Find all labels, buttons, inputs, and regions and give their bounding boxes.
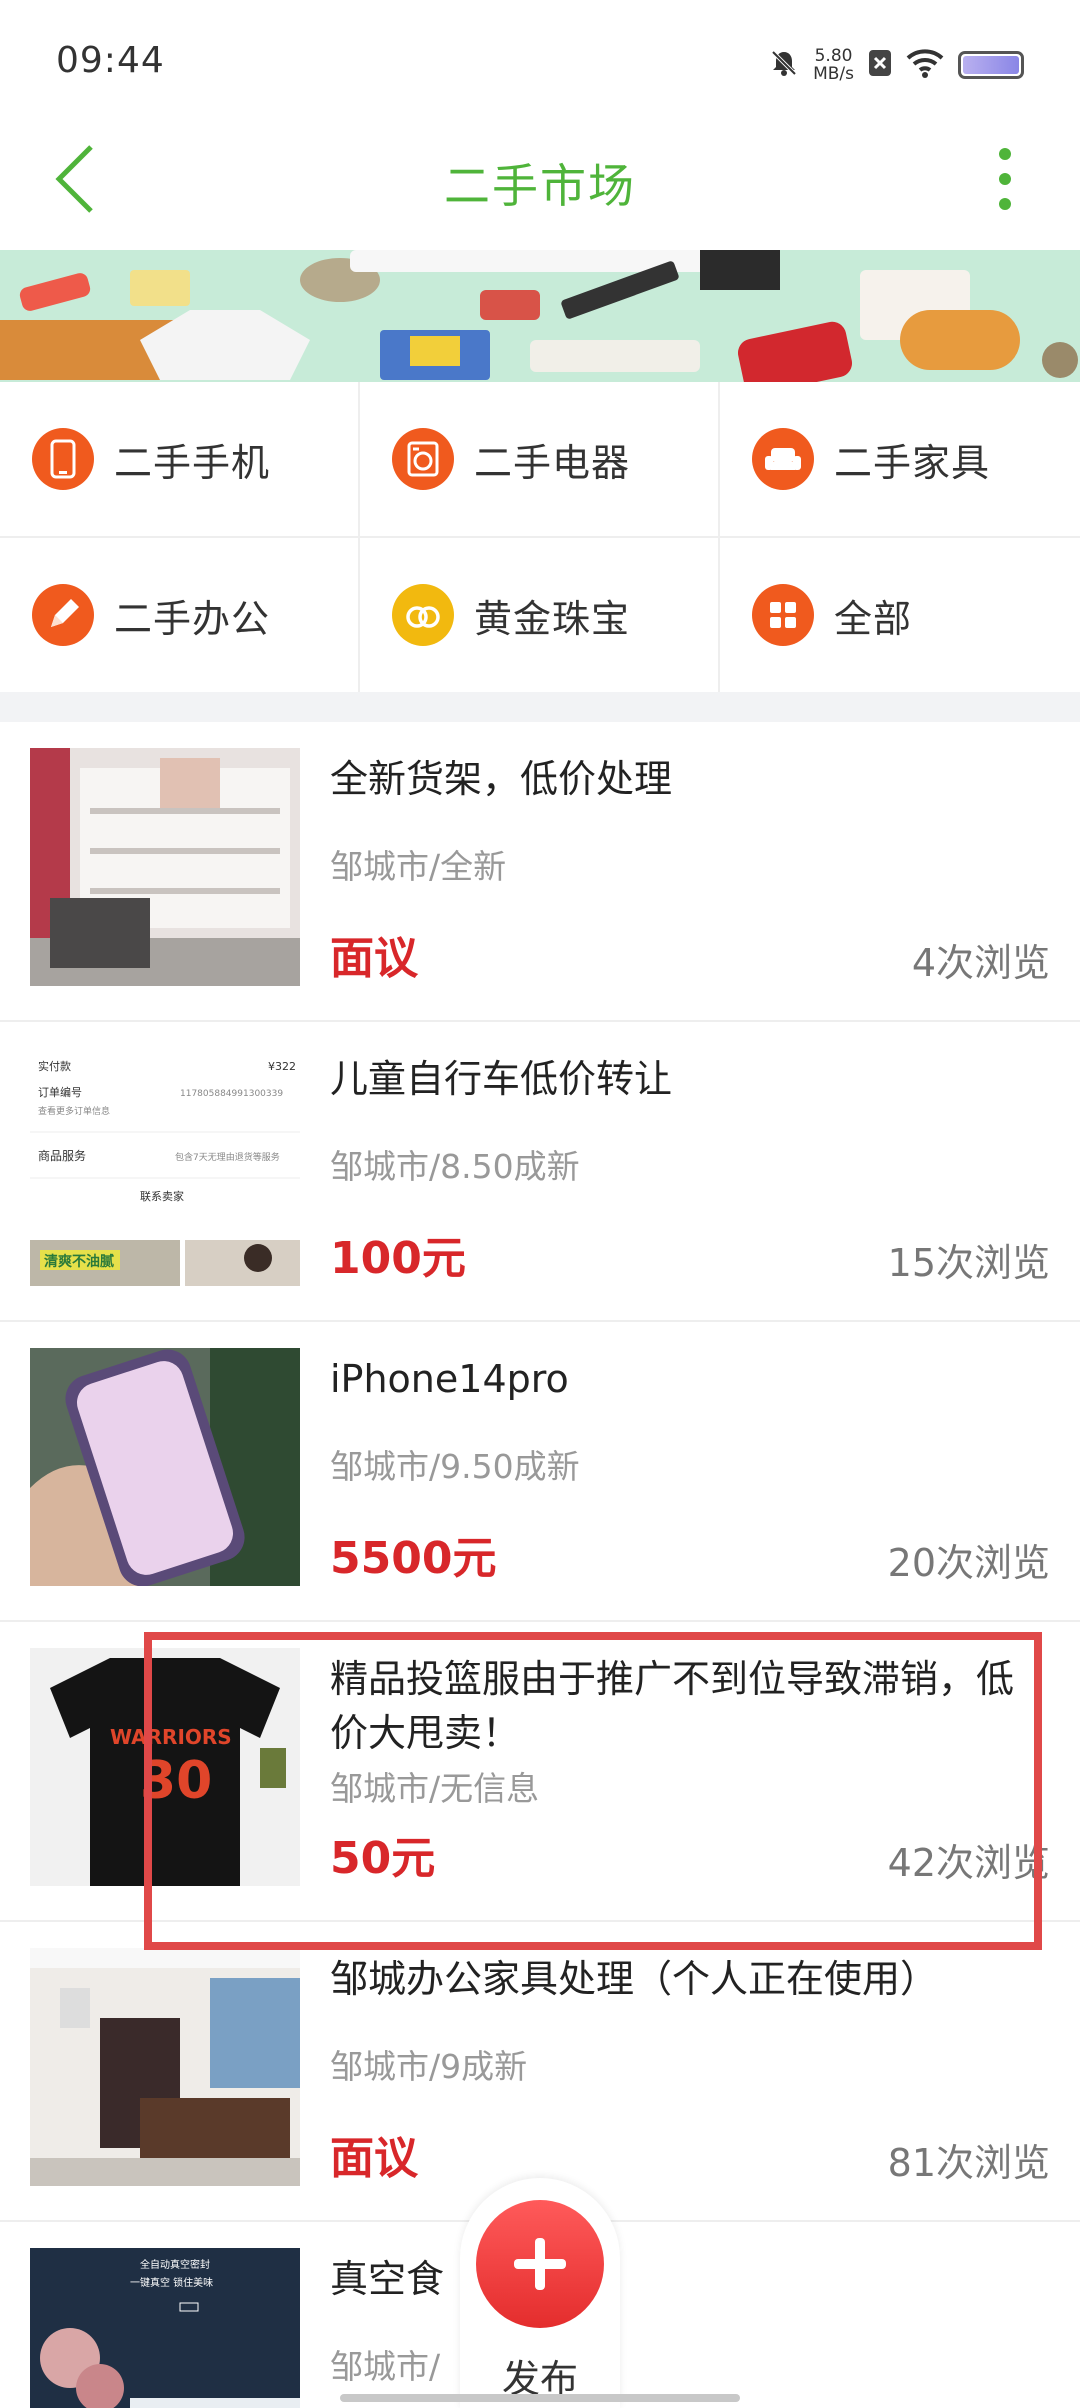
listing-meta: 邹城市/8.50成新 <box>330 1147 580 1186</box>
listing-price: 面议 <box>330 933 418 984</box>
promo-banner[interactable] <box>0 250 1080 382</box>
status-bar: 09:44 5.80 MB/s <box>0 0 1080 120</box>
section-gap <box>0 692 1080 722</box>
category-gold-jewelry[interactable]: 黄金珠宝 <box>360 538 720 692</box>
app-header: 二手市场 <box>0 120 1080 250</box>
publish-button[interactable]: 发布 <box>460 2178 620 2408</box>
grid-icon <box>752 584 814 646</box>
listing-thumbnail: 实付款 ¥322 订单编号 117805884991300339 查看更多订单信… <box>30 1048 300 1286</box>
listing-thumbnail <box>30 1348 300 1586</box>
listing-title: iPhone14pro <box>330 1357 569 1401</box>
svg-text:一键真空 锁住美味: 一键真空 锁住美味 <box>130 2276 213 2289</box>
svg-text:查看更多订单信息: 查看更多订单信息 <box>38 1105 110 1117</box>
category-grid: 二手手机 二手电器 二手家具 二手办公 黄金珠宝 全部 <box>0 382 1080 692</box>
pencil-icon <box>32 584 94 646</box>
plus-icon <box>476 2200 604 2328</box>
status-time: 09:44 <box>56 40 165 81</box>
mute-bell-icon <box>769 48 799 82</box>
svg-text:实付款: 实付款 <box>38 1059 71 1073</box>
category-used-phones[interactable]: 二手手机 <box>0 382 360 536</box>
rings-icon <box>392 584 454 646</box>
category-used-appliances[interactable]: 二手电器 <box>360 382 720 536</box>
listing-views: 20次浏览 <box>887 1541 1050 1585</box>
status-icons: 5.80 MB/s <box>769 40 1024 90</box>
home-indicator[interactable] <box>340 2394 740 2402</box>
category-all[interactable]: 全部 <box>720 538 1080 692</box>
listing-views: 15次浏览 <box>887 1241 1050 1285</box>
battery-icon <box>958 51 1024 79</box>
svg-text:联系卖家: 联系卖家 <box>140 1189 184 1203</box>
svg-text:清爽不油腻: 清爽不油腻 <box>44 1253 114 1270</box>
listing-meta: 邹城市/全新 <box>330 847 507 886</box>
vertical-dots-icon <box>999 148 1011 210</box>
category-used-furniture[interactable]: 二手家具 <box>720 382 1080 536</box>
listing-meta: 邹城市/9成新 <box>330 2047 528 2086</box>
listing-views: 4次浏览 <box>911 941 1050 985</box>
listing-meta: 邹城市/ <box>330 2347 441 2386</box>
listing-title: 邹城办公家具处理（个人正在使用） <box>330 1957 939 2001</box>
highlight-box <box>144 1632 1042 1950</box>
listing-meta: 邹城市/9.50成新 <box>330 1447 580 1486</box>
page-title: 二手市场 <box>444 159 636 213</box>
more-options-button[interactable] <box>970 134 1040 224</box>
listing-item[interactable]: 全新货架，低价处理 邹城市/全新 面议 4次浏览 <box>0 722 1080 1022</box>
svg-text:订单编号: 订单编号 <box>38 1085 82 1099</box>
listing-title: 真空食 <box>330 2257 445 2301</box>
listing-thumbnail <box>30 1948 300 2186</box>
svg-text:商品服务: 商品服务 <box>38 1148 86 1163</box>
svg-text:¥322: ¥322 <box>268 1060 296 1073</box>
no-sim-icon <box>868 49 892 81</box>
listing-item[interactable]: 实付款 ¥322 订单编号 117805884991300339 查看更多订单信… <box>0 1022 1080 1322</box>
category-used-office[interactable]: 二手办公 <box>0 538 360 692</box>
washer-icon <box>392 428 454 490</box>
svg-text:全自动真空密封: 全自动真空密封 <box>140 2258 210 2271</box>
listing-item[interactable]: 邹城办公家具处理（个人正在使用） 邹城市/9成新 面议 81次浏览 <box>0 1922 1080 2222</box>
svg-text:包含7天无理由退货等服务: 包含7天无理由退货等服务 <box>175 1151 280 1163</box>
sofa-icon <box>752 428 814 490</box>
listing-price: 5500元 <box>330 1533 497 1584</box>
svg-text:117805884991300339: 117805884991300339 <box>180 1089 283 1099</box>
listing-item[interactable]: iPhone14pro 邹城市/9.50成新 5500元 20次浏览 <box>0 1322 1080 1622</box>
listing-views: 81次浏览 <box>887 2141 1050 2185</box>
listing-price: 100元 <box>330 1233 466 1284</box>
wifi-icon <box>906 48 944 82</box>
listing-title: 全新货架，低价处理 <box>330 757 673 801</box>
listing-title: 儿童自行车低价转让 <box>330 1057 673 1101</box>
listing-price: 面议 <box>330 2133 418 2184</box>
phone-icon <box>32 428 94 490</box>
listing-thumbnail: 全自动真空密封 一键真空 锁住美味 <box>30 2248 300 2408</box>
net-speed: 5.80 MB/s <box>813 46 854 84</box>
banner-artwork <box>0 250 1080 382</box>
listing-thumbnail <box>30 748 300 986</box>
